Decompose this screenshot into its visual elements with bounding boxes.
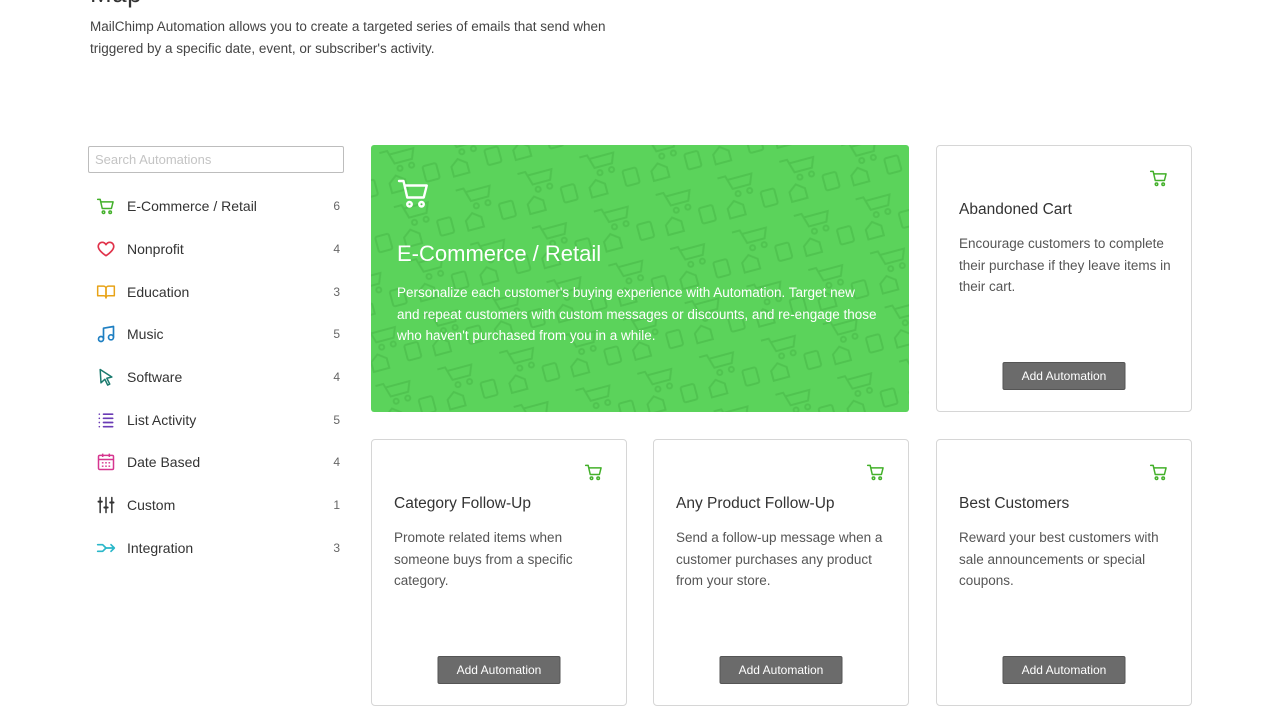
- card-description: Send a follow-up message when a customer…: [676, 530, 883, 588]
- card-description: Promote related items when someone buys …: [394, 530, 573, 588]
- sidebar-item-label: Education: [127, 283, 190, 300]
- cart-icon: [1149, 464, 1167, 481]
- sliders-icon: [96, 494, 118, 516]
- sidebar-item-label: Date Based: [127, 454, 201, 471]
- sidebar-item-label: List Activity: [127, 411, 197, 428]
- sidebar-item-nonprofit[interactable]: Nonprofit 4: [96, 228, 340, 271]
- automation-page: Map MailChimp Automation allows you to c…: [0, 0, 1280, 720]
- category-hero-banner: E-Commerce / Retail Personalize each cus…: [371, 145, 909, 412]
- list-icon: [96, 409, 118, 431]
- book-icon: [96, 281, 118, 303]
- card-description: Encourage customers to complete their pu…: [959, 236, 1171, 294]
- card-title: Abandoned Cart: [959, 201, 1072, 218]
- intro-text: MailChimp Automation allows you to creat…: [90, 19, 606, 56]
- search-automations-input[interactable]: [88, 146, 344, 173]
- add-automation-button[interactable]: Add Automation: [437, 656, 561, 684]
- card-description: Reward your best customers with sale ann…: [959, 530, 1159, 588]
- category-list: E-Commerce / Retail 6 Nonprofit 4 Educat…: [96, 185, 340, 569]
- cart-icon: [1149, 170, 1167, 187]
- card-title: Best Customers: [959, 495, 1070, 512]
- cart-icon: [96, 195, 118, 217]
- calendar-icon: [96, 451, 118, 473]
- automation-card-best-customers: Best Customers Reward your best customer…: [936, 439, 1192, 706]
- sidebar-item-label: Integration: [127, 539, 194, 556]
- cursor-icon: [96, 366, 118, 388]
- cart-icon: [584, 464, 602, 481]
- page-title: Map: [90, 0, 142, 9]
- sidebar-item-count: 5: [333, 327, 340, 342]
- add-automation-button[interactable]: Add Automation: [1002, 656, 1126, 684]
- add-automation-button[interactable]: Add Automation: [1002, 362, 1126, 390]
- sidebar-item-count: 4: [333, 455, 340, 470]
- sidebar-item-integration[interactable]: Integration 3: [96, 527, 340, 570]
- automation-card-category-follow-up: Category Follow-Up Promote related items…: [371, 439, 627, 706]
- sidebar-item-music[interactable]: Music 5: [96, 313, 340, 356]
- card-title: Category Follow-Up: [394, 495, 531, 512]
- cart-icon: [866, 464, 884, 481]
- sidebar-item-education[interactable]: Education 3: [96, 270, 340, 313]
- card-title: Any Product Follow-Up: [676, 495, 835, 512]
- automation-card-abandoned-cart: Abandoned Cart Encourage customers to co…: [936, 145, 1192, 412]
- sidebar-item-count: 4: [333, 242, 340, 257]
- hero-description: Personalize each customer's buying exper…: [397, 285, 877, 343]
- sidebar-item-label: Nonprofit: [127, 241, 184, 258]
- heart-icon: [96, 238, 118, 260]
- sidebar-item-label: Software: [127, 369, 183, 386]
- sidebar-item-date-based[interactable]: Date Based 4: [96, 441, 340, 484]
- sidebar-item-label: E-Commerce / Retail: [127, 198, 257, 215]
- sidebar-item-ecommerce[interactable]: E-Commerce / Retail 6: [96, 185, 340, 228]
- sidebar-item-count: 5: [333, 412, 340, 427]
- sidebar-item-label: Custom: [127, 497, 176, 514]
- sidebar-item-count: 3: [333, 540, 340, 555]
- automation-card-any-product-follow-up: Any Product Follow-Up Send a follow-up m…: [653, 439, 909, 706]
- music-note-icon: [96, 323, 118, 345]
- hero-title: E-Commerce / Retail: [397, 241, 602, 266]
- integration-arrow-icon: [96, 537, 118, 559]
- add-automation-button[interactable]: Add Automation: [719, 656, 843, 684]
- sidebar-item-count: 1: [333, 498, 340, 513]
- doodle-pattern: [371, 145, 909, 412]
- sidebar-item-label: Music: [127, 326, 164, 343]
- sidebar-item-count: 4: [333, 370, 340, 385]
- cart-icon: [397, 179, 428, 208]
- sidebar-item-software[interactable]: Software 4: [96, 356, 340, 399]
- sidebar-item-list-activity[interactable]: List Activity 5: [96, 398, 340, 441]
- sidebar-item-custom[interactable]: Custom 1: [96, 484, 340, 527]
- sidebar-item-count: 3: [333, 284, 340, 299]
- sidebar-item-count: 6: [333, 199, 340, 214]
